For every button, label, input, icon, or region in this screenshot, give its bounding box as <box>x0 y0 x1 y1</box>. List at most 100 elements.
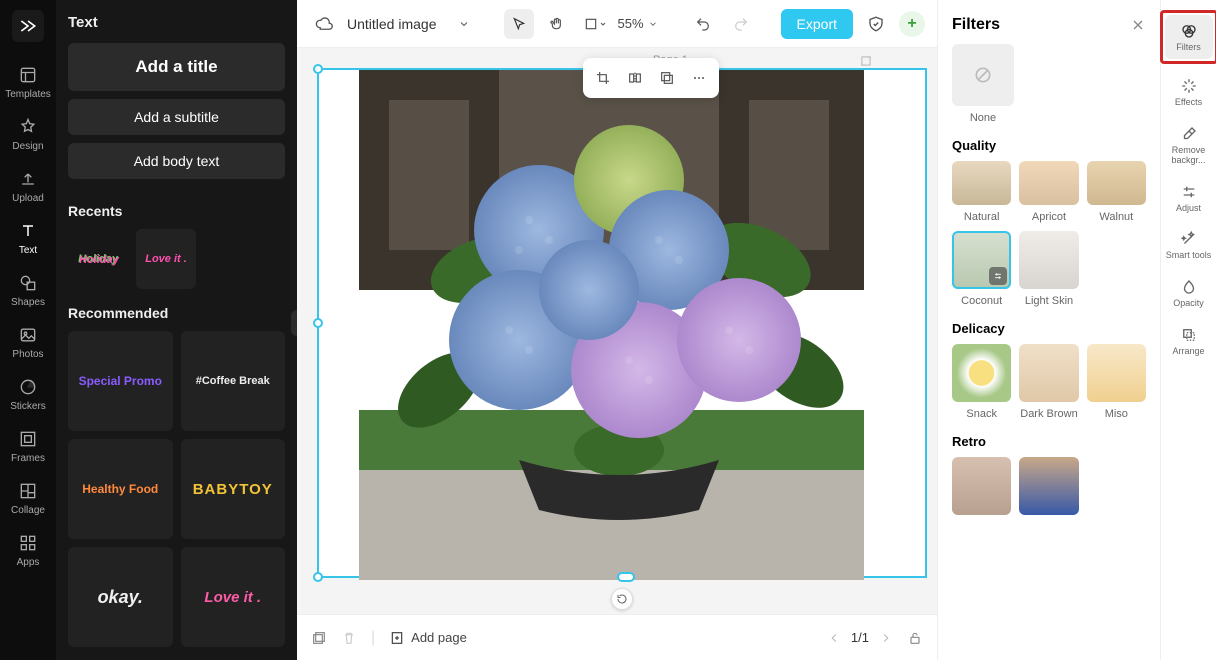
recent-item[interactable]: Holiday <box>68 229 128 289</box>
add-collaborator-icon[interactable]: + <box>899 11 925 37</box>
filters-title: Filters <box>952 16 1000 34</box>
left-rail: Templates Design Upload Text Shapes Phot… <box>0 0 56 660</box>
filter-natural[interactable] <box>952 161 1011 205</box>
crop-button[interactable] <box>589 64 617 92</box>
rotate-handle[interactable] <box>611 588 633 610</box>
stickers-icon <box>17 376 39 398</box>
page-expand-icon[interactable] <box>859 54 873 68</box>
recommended-item[interactable]: Love it . <box>181 547 286 647</box>
apps-icon <box>17 532 39 554</box>
canvas-image[interactable] <box>359 70 864 580</box>
shield-icon[interactable] <box>861 9 891 39</box>
design-icon <box>17 116 39 138</box>
recommended-item[interactable]: Special Promo <box>68 331 173 431</box>
filter-miso[interactable] <box>1087 344 1146 402</box>
title-dropdown-icon[interactable] <box>449 9 479 39</box>
recommended-item[interactable]: Healthy Food <box>68 439 173 539</box>
selection-handle[interactable] <box>313 318 323 328</box>
rr-adjust[interactable]: Adjust <box>1165 176 1213 220</box>
right-rail: Filters Effects Remove backgr... Adjust … <box>1160 0 1216 660</box>
rail-design[interactable]: Design <box>0 108 56 160</box>
rr-smart-tools[interactable]: Smart tools <box>1165 223 1213 267</box>
opacity-icon <box>1179 277 1199 297</box>
selection-handle[interactable] <box>313 572 323 582</box>
filter-coconut[interactable] <box>952 231 1011 289</box>
prev-page-button[interactable] <box>827 631 841 645</box>
pages-icon[interactable] <box>311 630 327 646</box>
lock-icon[interactable] <box>907 630 923 646</box>
filter-section-title: Delicacy <box>952 321 1146 336</box>
filter-apricot[interactable] <box>1019 161 1078 205</box>
topbar: Untitled image 55% Export + <box>297 0 937 48</box>
close-filters-button[interactable] <box>1130 17 1146 33</box>
upload-icon <box>17 168 39 190</box>
hand-tool[interactable] <box>542 9 572 39</box>
rail-templates[interactable]: Templates <box>0 56 56 108</box>
filters-panel: Filters None Quality Natural Apricot Wal… <box>937 0 1160 660</box>
recent-item[interactable]: Love it . <box>136 229 196 289</box>
rail-apps[interactable]: Apps <box>0 524 56 576</box>
rr-effects[interactable]: Effects <box>1165 70 1213 114</box>
selection-handle[interactable] <box>617 572 635 582</box>
recommended-item[interactable]: okay. <box>68 547 173 647</box>
center-column: Untitled image 55% Export + Page 1 <box>297 0 937 660</box>
app-logo[interactable] <box>12 10 44 42</box>
filter-retro-2[interactable] <box>1019 457 1078 515</box>
filter-light-skin[interactable] <box>1019 231 1078 289</box>
panel-title: Text <box>68 14 285 31</box>
undo-button[interactable] <box>688 9 718 39</box>
add-page-button[interactable]: Add page <box>389 630 467 646</box>
text-icon <box>17 220 39 242</box>
filter-section-title: Quality <box>952 138 1146 153</box>
arrange-icon <box>1179 325 1199 345</box>
delete-icon[interactable] <box>341 630 357 646</box>
rail-shapes[interactable]: Shapes <box>0 264 56 316</box>
wand-icon <box>1179 229 1199 249</box>
filters-icon <box>1179 21 1199 41</box>
add-body-button[interactable]: Add body text <box>68 143 285 179</box>
filter-walnut[interactable] <box>1087 161 1146 205</box>
recommended-title: Recommended <box>68 305 285 321</box>
filter-none[interactable] <box>952 44 1014 106</box>
pointer-tool[interactable] <box>504 9 534 39</box>
selection-handle[interactable] <box>313 64 323 74</box>
export-button[interactable]: Export <box>781 9 853 39</box>
rail-stickers[interactable]: Stickers <box>0 368 56 420</box>
rail-text[interactable]: Text <box>0 212 56 264</box>
filter-section-title: Retro <box>952 434 1146 449</box>
recommended-item[interactable]: BABYTOY <box>181 439 286 539</box>
rr-filters[interactable]: Filters <box>1165 15 1213 59</box>
add-subtitle-button[interactable]: Add a subtitle <box>68 99 285 135</box>
flip-button[interactable] <box>621 64 649 92</box>
rail-upload[interactable]: Upload <box>0 160 56 212</box>
cloud-save-icon[interactable] <box>309 9 339 39</box>
canvas-area[interactable]: Page 1 <box>297 48 937 614</box>
doc-title[interactable]: Untitled image <box>347 16 437 32</box>
effects-icon <box>1179 76 1199 96</box>
next-page-button[interactable] <box>879 631 893 645</box>
zoom-dropdown[interactable]: 55% <box>618 16 658 31</box>
rr-arrange[interactable]: Arrange <box>1165 319 1213 363</box>
rail-collage[interactable]: Collage <box>0 472 56 524</box>
frames-icon <box>17 428 39 450</box>
crop-dropdown[interactable] <box>580 9 610 39</box>
duplicate-button[interactable] <box>653 64 681 92</box>
more-button[interactable] <box>685 64 713 92</box>
rail-photos[interactable]: Photos <box>0 316 56 368</box>
image-toolbar <box>583 58 719 98</box>
rr-remove-bg[interactable]: Remove backgr... <box>1165 118 1213 172</box>
filter-retro-1[interactable] <box>952 457 1011 515</box>
filter-dark-brown[interactable] <box>1019 344 1078 402</box>
templates-icon <box>17 64 39 86</box>
recommended-item[interactable]: #Coffee Break <box>181 331 286 431</box>
add-title-button[interactable]: Add a title <box>68 43 285 91</box>
eraser-icon <box>1179 124 1199 144</box>
filter-adjust-icon[interactable] <box>989 267 1007 285</box>
rail-frames[interactable]: Frames <box>0 420 56 472</box>
redo-button[interactable] <box>726 9 756 39</box>
pager: 1/1 <box>827 630 893 645</box>
rr-opacity[interactable]: Opacity <box>1165 271 1213 315</box>
shapes-icon <box>17 272 39 294</box>
canvas-selection[interactable] <box>317 68 927 578</box>
filter-snack[interactable] <box>952 344 1011 402</box>
